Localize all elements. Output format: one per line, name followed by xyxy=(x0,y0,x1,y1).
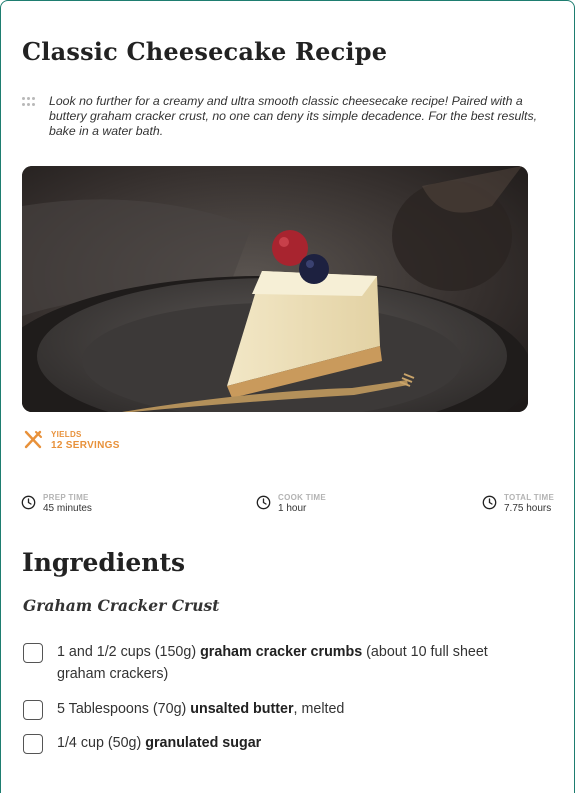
ingredient-item: 1 and 1/2 cups (150g) graham cracker cru… xyxy=(23,641,533,685)
prep-time-info: PREP TIME 45 minutes xyxy=(21,493,92,514)
ingredient-name: graham cracker crumbs xyxy=(200,644,363,660)
ingredient-text: 1 and 1/2 cups (150g) graham cracker cru… xyxy=(57,641,533,685)
ingredient-name: granulated sugar xyxy=(145,735,262,751)
ingredient-amount: 5 Tablespoons (70g) xyxy=(57,701,191,717)
cook-time-label: COOK TIME xyxy=(278,493,327,502)
ingredient-checkbox[interactable] xyxy=(23,700,43,720)
clock-icon xyxy=(482,495,497,510)
recipe-card: Classic Cheesecake Recipe Look no furthe… xyxy=(0,0,575,793)
cook-time-value: 1 hour xyxy=(278,503,307,514)
cook-time-info: COOK TIME 1 hour xyxy=(256,493,326,514)
ingredient-note: , melted xyxy=(293,701,345,717)
utensils-icon xyxy=(24,430,42,449)
ingredient-item: 5 Tablespoons (70g) unsalted butter, mel… xyxy=(23,698,533,720)
prep-time-label: PREP TIME xyxy=(43,493,89,502)
total-time-value: 7.75 hours xyxy=(504,503,552,514)
ingredients-heading: Ingredients xyxy=(22,548,186,577)
ingredient-text: 5 Tablespoons (70g) unsalted butter, mel… xyxy=(57,698,344,720)
clock-icon xyxy=(21,495,36,510)
ingredient-group-heading: Graham Cracker Crust xyxy=(23,596,220,615)
recipe-title: Classic Cheesecake Recipe xyxy=(22,37,388,66)
ingredient-text: 1/4 cup (50g) granulated sugar xyxy=(57,732,261,754)
ingredient-amount: 1 and 1/2 cups (150g) xyxy=(57,644,201,660)
recipe-summary: Look no further for a creamy and ultra s… xyxy=(49,94,538,138)
yields-value: 12 SERVINGS xyxy=(51,440,120,451)
clock-icon xyxy=(256,495,271,510)
prep-time-value: 45 minutes xyxy=(43,503,92,514)
ingredient-item: 1/4 cup (50g) granulated sugar xyxy=(23,732,533,754)
drag-handle-icon[interactable] xyxy=(22,97,36,107)
ingredient-amount: 1/4 cup (50g) xyxy=(57,735,146,751)
ingredient-checkbox[interactable] xyxy=(23,734,43,754)
ingredient-name: unsalted butter xyxy=(190,701,294,717)
total-time-label: TOTAL TIME xyxy=(504,493,555,502)
yields-label: YIELDS xyxy=(51,430,82,439)
cheesecake-slice-photo xyxy=(22,166,528,412)
ingredient-checkbox[interactable] xyxy=(23,643,43,663)
total-time-info: TOTAL TIME 7.75 hours xyxy=(482,493,554,514)
yields-info: YIELDS 12 SERVINGS xyxy=(23,430,120,451)
